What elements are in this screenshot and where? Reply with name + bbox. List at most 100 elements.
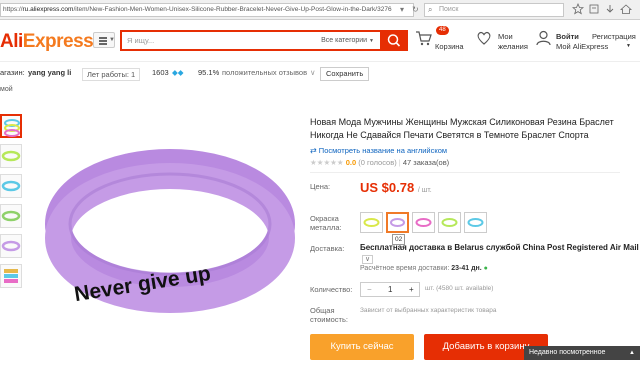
burger-line <box>99 37 107 39</box>
search-placeholder: Я ищу... <box>127 36 155 45</box>
color-swatch-pink[interactable] <box>412 212 435 233</box>
download-icon[interactable] <box>604 3 616 15</box>
my-aliexpress-link[interactable]: Мой AliExpress <box>556 42 608 51</box>
category-select-label: Все категории <box>321 37 368 44</box>
swatch-image <box>390 218 405 227</box>
heart-icon <box>477 31 491 45</box>
bracelet-thumbnail-image <box>1 150 21 162</box>
price-value: US $0.78 / шт. <box>360 180 432 195</box>
bracelet-image: Never give up <box>45 149 295 313</box>
price-label: Цена: <box>310 182 331 191</box>
color-swatch-purple[interactable] <box>386 212 409 233</box>
reading-list-icon[interactable] <box>588 3 600 15</box>
eta-label: Расчётное время доставки: <box>360 265 450 272</box>
thumbnail[interactable] <box>0 114 22 138</box>
price-amount: US $0.78 <box>360 180 415 195</box>
star-icon[interactable] <box>572 3 584 15</box>
categories-menu-button[interactable]: ▼ <box>93 32 115 48</box>
swatch-image <box>363 218 380 227</box>
feedback-percent: 95.1% <box>198 68 220 77</box>
total-label-line1: Общая <box>310 306 335 315</box>
breadcrumb[interactable]: мой <box>0 86 13 93</box>
product-title: Новая Мода Мужчины Женщины Мужская Силик… <box>310 117 614 140</box>
wishlist-label-line1: Мои <box>498 32 513 41</box>
logo-express: Express <box>22 31 94 52</box>
color-swatch-blue[interactable] <box>464 212 487 233</box>
color-swatch-yellow[interactable] <box>360 212 383 233</box>
price-unit: / шт. <box>417 187 432 194</box>
reload-icon[interactable]: ▾ <box>400 3 404 17</box>
chevron-down-icon[interactable]: ∨ <box>310 62 316 84</box>
total-label-line2: стоимость: <box>310 315 348 324</box>
delivery-estimate: Расчётное время доставки: 23-41 дн. ● <box>360 265 488 272</box>
swatch-image <box>467 218 484 227</box>
thumbnail[interactable] <box>0 234 22 258</box>
delivery-label: Доставка: <box>310 244 345 253</box>
divider: | <box>398 158 401 167</box>
bracelet-thumbnail-image <box>1 240 21 252</box>
quantity-stepper: − 1 + <box>360 282 420 297</box>
bracelet-thumbnail-image <box>1 210 21 222</box>
translate-title-link[interactable]: ⇄ Посмотреть название на английском <box>310 146 447 155</box>
thumbnail[interactable] <box>0 144 22 168</box>
wishlist-link[interactable]: Мои желания <box>476 30 532 52</box>
home-icon[interactable] <box>620 3 632 15</box>
delivery-method: Бесплатная доставка в Belarus службой Ch… <box>360 243 639 252</box>
store-years-badge: Лет работы: 1 <box>82 68 141 81</box>
store-prefix: агазин: <box>0 68 25 77</box>
thumbnail[interactable] <box>0 264 22 288</box>
register-link[interactable]: Регистрация <box>592 32 636 41</box>
chevron-down-icon: ▼ <box>369 38 374 44</box>
cart-label: Корзина <box>435 42 464 51</box>
quantity-increase-button[interactable]: + <box>409 283 414 296</box>
color-label-line2: металла: <box>310 223 342 232</box>
category-select[interactable]: Все категории ▼ <box>321 32 374 50</box>
address-bar[interactable]: https://ru.aliexpress.com/item/New-Fashi… <box>0 3 414 17</box>
site-header: AliExpress® ▼ Я ищу... Все категории ▼ К… <box>0 20 640 62</box>
eta-value: 23-41 дн. <box>451 265 482 272</box>
translate-link-label: Посмотреть название на английском <box>318 146 448 155</box>
url-scheme: https:// <box>3 6 23 13</box>
translate-icon: ⇄ <box>310 146 317 155</box>
bracelet-thumbnail-image <box>4 269 18 283</box>
chevron-up-icon: ▲ <box>629 350 635 356</box>
total-cost-text: Зависит от выбранных характеристик товар… <box>360 307 497 314</box>
quantity-decrease-button[interactable]: − <box>367 283 372 296</box>
search-button[interactable] <box>380 30 408 51</box>
delivery-dropdown[interactable]: ∨ <box>362 255 374 264</box>
store-info-bar: агазин: yang yang li Лет работы: 1 1603 … <box>0 62 640 84</box>
url-path: /item/New-Fashion-Men-Women-Unisex-Silic… <box>73 6 392 13</box>
search-input[interactable]: Я ищу... Все категории ▼ <box>120 30 380 51</box>
feedback-text: положительных отзывов <box>222 68 308 77</box>
cart-icon <box>416 31 432 46</box>
browser-search-placeholder: Поиск <box>439 6 459 13</box>
bracelet-thumbnail-image <box>1 180 21 192</box>
login-link[interactable]: Войти <box>556 32 579 41</box>
thumbnail[interactable] <box>0 174 22 198</box>
search-icon: ⌕ <box>428 5 433 14</box>
recently-viewed-label: Недавно посмотренное <box>529 349 606 356</box>
burger-line <box>99 40 107 42</box>
divider <box>310 172 620 173</box>
buy-now-button[interactable]: Купить сейчас <box>310 334 414 360</box>
browser-search-input[interactable]: ⌕ Поиск <box>424 3 564 17</box>
account-area: Войти Регистрация Мой AliExpress ▼ <box>536 30 640 52</box>
color-label-line1: Окраска <box>310 214 339 223</box>
thumbnail[interactable] <box>0 204 22 228</box>
chevron-down-icon: ▼ <box>109 37 115 43</box>
refresh-icon[interactable]: ↻ <box>412 3 419 17</box>
rating-votes[interactable]: (0 голосов) <box>358 158 396 167</box>
aliexpress-logo[interactable]: AliExpress® <box>0 31 98 53</box>
quantity-input[interactable]: 1 <box>388 283 392 296</box>
save-store-button[interactable]: Сохранить <box>320 67 370 81</box>
search-icon <box>387 34 401 47</box>
store-name-link[interactable]: yang yang li <box>28 62 71 84</box>
rating-value: 0.0 <box>345 158 357 167</box>
store-score[interactable]: 1603 <box>152 62 169 84</box>
rating-row: ★★★★★ 0.0 (0 голосов) | 47 заказа(ов) <box>310 158 449 168</box>
info-icon[interactable]: ● <box>484 265 488 272</box>
cart-count-badge: 48 <box>436 26 449 35</box>
recently-viewed-panel[interactable]: Недавно посмотренное ▲ <box>524 346 640 360</box>
product-main-image[interactable]: Never give up <box>32 114 300 360</box>
color-swatch-green[interactable] <box>438 212 461 233</box>
